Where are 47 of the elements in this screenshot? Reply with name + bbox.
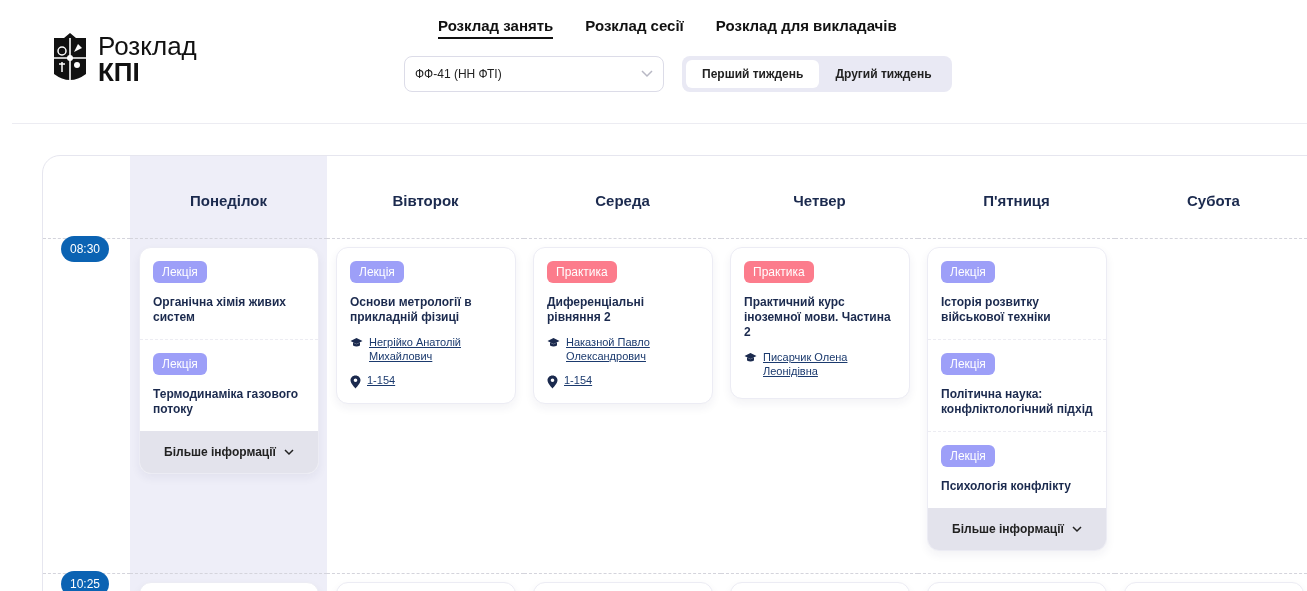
day-heading: Четвер — [793, 191, 846, 209]
lesson-type-tag: Лекція — [350, 261, 404, 283]
logo-title: Розклад — [98, 32, 197, 59]
lesson-type-tag: Практика — [744, 261, 814, 283]
location-pin-icon — [547, 375, 558, 389]
lesson-type-tag: Лекція — [153, 353, 207, 375]
lesson-type-tag: Лекція — [941, 261, 995, 283]
teacher-link[interactable]: Наказной Павло Олександрович — [566, 335, 699, 363]
graduation-cap-icon — [744, 352, 757, 363]
lesson-title: Органічна хімія живих систем — [153, 295, 287, 325]
graduation-cap-icon — [547, 337, 560, 348]
nav-link[interactable]: Розклад для викладачів — [715, 17, 897, 39]
week-tab[interactable]: Перший тиждень — [686, 60, 820, 88]
group-select[interactable]: ФФ-41 (НН ФТІ) — [404, 56, 664, 92]
teacher-link[interactable]: Писарчик Олена Леонідівна — [763, 350, 896, 378]
nav-link[interactable]: Розклад сесії — [585, 17, 684, 39]
lesson-title: Основи метрології в прикладній фізиці — [350, 295, 473, 325]
teacher-link[interactable]: Негрійко Анатолій Михайлович — [369, 335, 502, 363]
time-badge: 08:30 — [61, 236, 110, 262]
chevron-down-icon — [641, 70, 653, 78]
logo-subtitle: КПІ — [98, 58, 140, 85]
lesson-type-tag: Лекція — [941, 445, 995, 467]
lesson-title: Політична наука: конфліктологічний підхід — [941, 387, 1093, 417]
graduation-cap-icon — [350, 337, 363, 348]
nav-link[interactable]: Розклад занять — [438, 17, 554, 39]
chevron-down-icon — [283, 448, 294, 456]
day-heading: Вівторок — [392, 191, 459, 209]
lesson-type-tag: Лекція — [941, 353, 995, 375]
more-info-button[interactable]: Більше інформації — [140, 431, 318, 473]
day-heading: П'ятниця — [983, 191, 1050, 209]
lesson-type-tag: Лекція — [153, 261, 207, 283]
lesson-title: Історія розвитку військової техніки — [941, 295, 1052, 325]
chevron-down-icon — [1071, 525, 1082, 533]
room-link[interactable]: 1-154 — [564, 373, 593, 387]
lesson-title: Практичний курс іноземної мови. Частина 2 — [744, 295, 892, 340]
week-tab[interactable]: Другий тиждень — [819, 60, 948, 88]
day-heading: Середа — [595, 191, 650, 209]
day-heading: Понеділок — [189, 191, 267, 209]
lesson-title: Психологія конфлікту — [941, 479, 1072, 494]
time-badge: 10:25 — [61, 571, 110, 591]
room-link[interactable]: 1-154 — [367, 373, 396, 387]
lesson-title: Термодинаміка газового потоку — [153, 387, 300, 417]
location-pin-icon — [350, 375, 361, 389]
more-info-button[interactable]: Більше інформації — [928, 508, 1106, 550]
lesson-type-tag: Практика — [547, 261, 617, 283]
lesson-title: Диференціальні рівняння 2 — [547, 295, 646, 325]
day-heading: Субота — [1187, 191, 1240, 209]
